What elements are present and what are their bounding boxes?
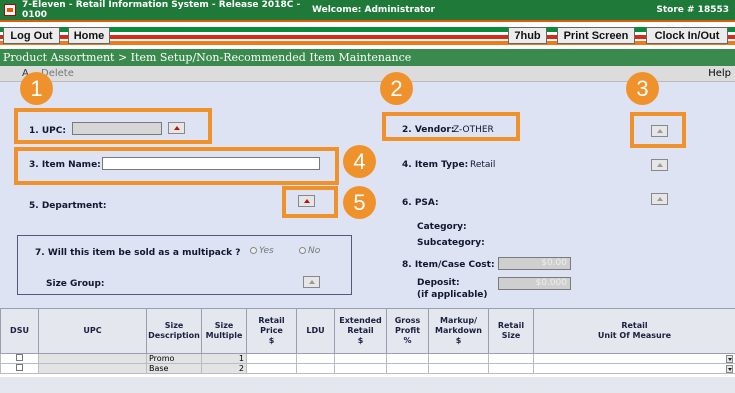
deposit-sub-label: (if applicable) (417, 290, 488, 300)
item-type-label: 4. Item Type: (402, 160, 469, 170)
title-bar: 7-Eleven - Retail Information System - R… (0, 0, 735, 22)
col-dsu: DSU (0, 308, 39, 354)
department-label: 5. Department: (29, 201, 107, 211)
home-button[interactable]: Home (68, 27, 110, 44)
col-retail-size: Retail Size (488, 308, 534, 354)
col-size-multiple: Size Multiple (201, 308, 247, 354)
callout-4: 4 (343, 145, 376, 178)
highlight-box-vendor-button (630, 112, 686, 148)
clock-in-out-button[interactable]: Clock In/Out (646, 27, 728, 44)
item-type-button[interactable] (651, 159, 668, 171)
multipack-no-label: No (308, 246, 321, 256)
system-title: 7-Eleven - Retail Information System - R… (22, 0, 301, 20)
retail-uom-cell[interactable] (533, 353, 735, 364)
retail-price-cell[interactable] (246, 363, 297, 374)
print-screen-button[interactable]: Print Screen (557, 27, 635, 44)
highlight-box-department (282, 186, 338, 218)
case-cost-label: 8. Item/Case Cost: (402, 260, 495, 270)
table-row: Promo 1 (0, 353, 735, 364)
highlight-box-upc (14, 108, 212, 144)
grid-footer (0, 377, 735, 393)
callout-3: 3 (626, 72, 659, 105)
dsu-checkbox[interactable] (16, 364, 23, 371)
upc-cell (38, 353, 147, 364)
dsu-cell (0, 363, 39, 374)
col-ldu: LDU (296, 308, 335, 354)
chevron-down-icon[interactable] (726, 354, 733, 363)
retail-size-cell[interactable] (488, 353, 534, 364)
app-logo-icon (4, 4, 16, 16)
size-grid: DSU UPC Size Description Size Multiple R… (0, 308, 735, 374)
dsu-checkbox[interactable] (16, 354, 23, 361)
highlight-box-vendor (382, 112, 520, 141)
nav-bar: Log Out Home 7hub Print Screen Clock In/… (0, 24, 735, 48)
case-cost-input[interactable]: $0.00 (498, 257, 571, 270)
col-retail-price: Retail Price $ (246, 308, 297, 354)
logout-button[interactable]: Log Out (3, 27, 60, 44)
col-retail-uom: Retail Unit Of Measure (533, 308, 735, 354)
deposit-label: Deposit: (417, 278, 460, 288)
callout-2: 2 (380, 72, 413, 105)
size-multiple-cell: 2 (201, 363, 247, 374)
dsu-cell (0, 353, 39, 364)
multipack-no-radio[interactable]: No (299, 246, 320, 256)
markup-cell (428, 353, 489, 364)
7hub-button[interactable]: 7hub (508, 27, 547, 44)
retail-size-cell[interactable] (488, 363, 534, 374)
size-group-label: Size Group: (46, 279, 105, 289)
welcome-text: Welcome: Administrator (312, 5, 435, 15)
multipack-label: 7. Will this item be sold as a multipack… (35, 248, 241, 258)
size-description-cell: Base (146, 363, 202, 374)
deposit-input[interactable]: $0.000 (498, 277, 571, 290)
col-size-description: Size Description (146, 308, 202, 354)
radio-no-icon (299, 247, 306, 254)
item-form: 1. UPC: 2. Vendor: Z-OTHER 3. Item Name:… (0, 72, 735, 308)
store-number: Store # 18553 (656, 5, 729, 15)
subcategory-label: Subcategory: (417, 238, 485, 248)
psa-label: 6. PSA: (402, 198, 439, 208)
retail-uom-cell[interactable] (533, 363, 735, 374)
action-bar: A Delete Help (0, 66, 735, 82)
upc-cell (38, 363, 147, 374)
col-markup-markdown: Markup/ Markdown $ (428, 308, 489, 354)
gross-profit-cell (386, 363, 429, 374)
size-description-cell: Promo (146, 353, 202, 364)
col-extended-retail: Extended Retail $ (334, 308, 387, 354)
table-row: Base 2 (0, 363, 735, 374)
breadcrumb: Product Assortment > Item Setup/Non-Reco… (0, 49, 735, 66)
grid-header-row: DSU UPC Size Description Size Multiple R… (0, 308, 735, 354)
size-group-button[interactable] (303, 276, 320, 288)
col-gross-profit: Gross Profit % (386, 308, 429, 354)
size-multiple-cell: 1 (201, 353, 247, 364)
callout-5: 5 (343, 186, 376, 219)
extended-retail-cell (334, 363, 387, 374)
psa-search-button[interactable] (651, 193, 668, 205)
retail-price-cell[interactable] (246, 353, 297, 364)
item-type-value: Retail (470, 160, 496, 170)
gross-profit-cell (386, 353, 429, 364)
ldu-cell (296, 363, 335, 374)
ldu-cell (296, 353, 335, 364)
extended-retail-cell (334, 353, 387, 364)
category-label: Category: (417, 222, 467, 232)
multipack-yes-label: Yes (259, 246, 274, 256)
multipack-yes-radio[interactable]: Yes (250, 246, 274, 256)
highlight-box-item-name (14, 147, 339, 185)
callout-1: 1 (20, 72, 53, 105)
col-upc: UPC (38, 308, 147, 354)
markup-cell (428, 363, 489, 374)
chevron-down-icon[interactable] (726, 364, 733, 373)
radio-yes-icon (250, 247, 257, 254)
help-link[interactable]: Help (708, 66, 731, 81)
